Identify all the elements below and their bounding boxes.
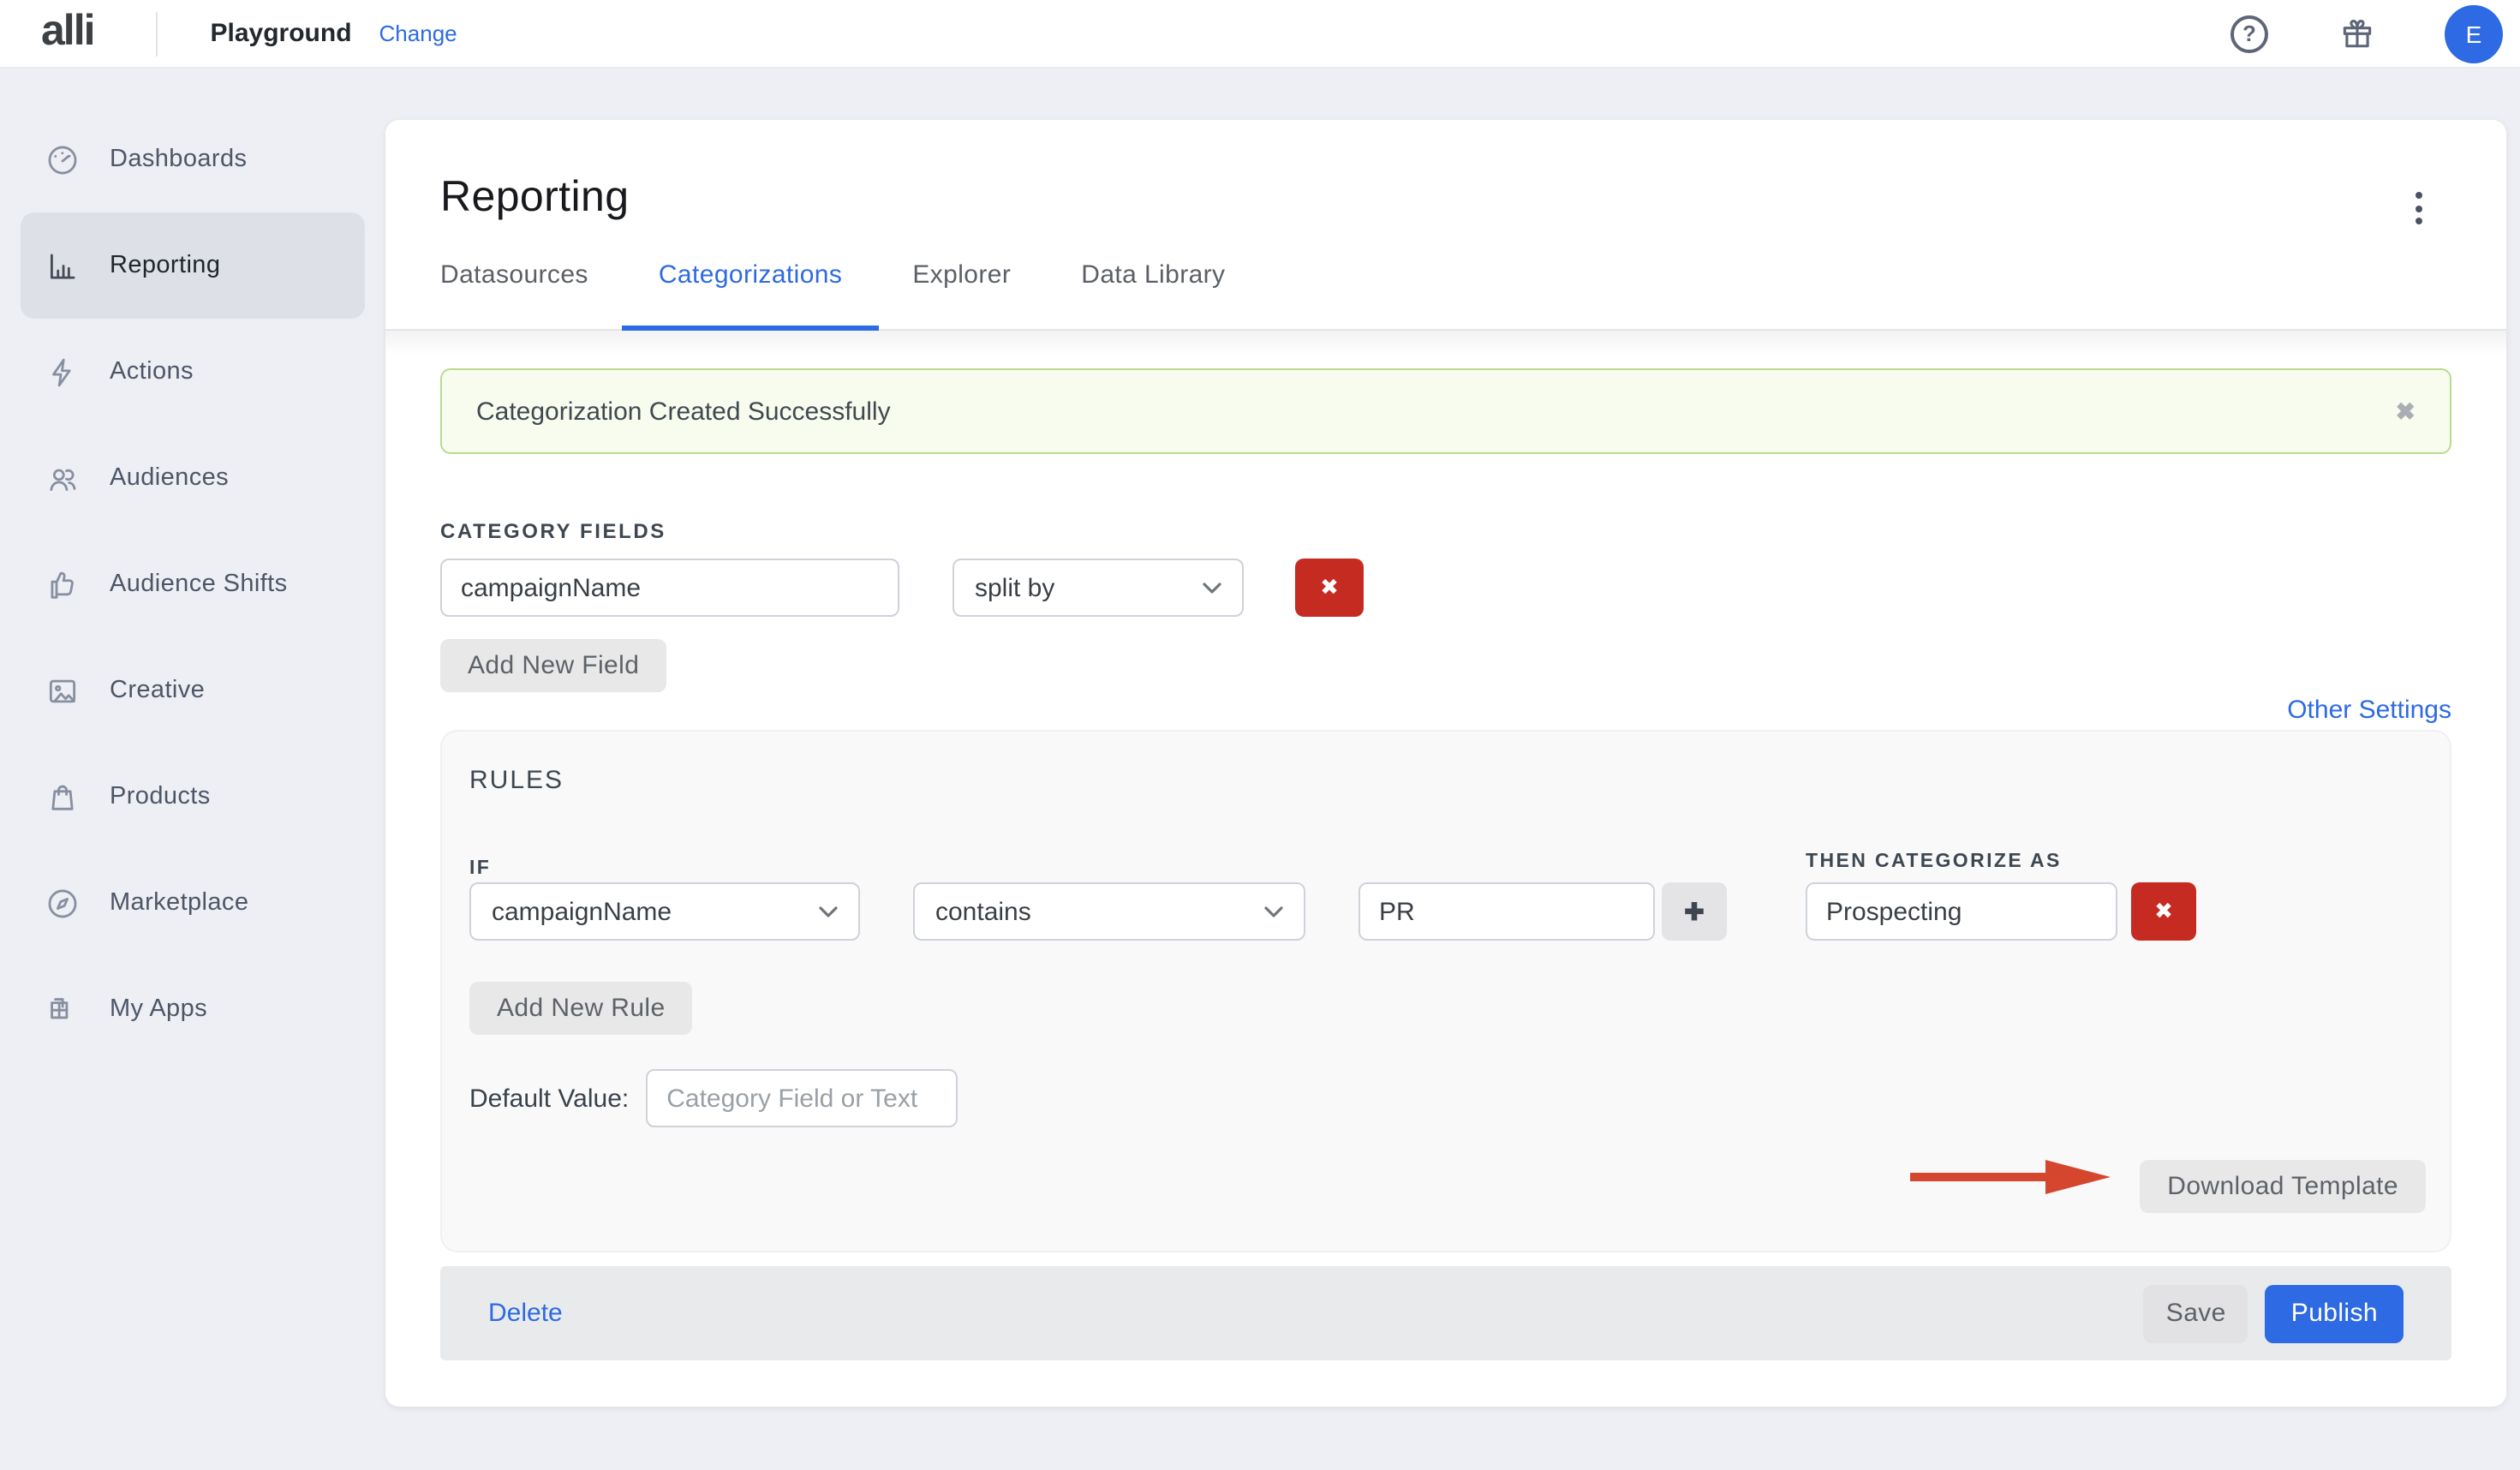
tab-datasources[interactable]: Datasources [440,260,588,329]
sidebar-item-creative[interactable]: Creative [21,637,365,744]
rule-field-select[interactable]: campaignName [469,882,860,941]
sidebar-item-actions[interactable]: Actions [21,319,365,425]
rule-row: campaignName contains ✚ ✖ [469,882,2422,941]
annotation-arrow [1910,1155,2111,1199]
help-icon[interactable]: ? [2230,15,2268,52]
sidebar-item-label: Audiences [110,464,229,492]
thumbs-up-icon [45,566,81,602]
rule-value-input[interactable] [1359,882,1655,941]
other-settings-link[interactable]: Other Settings [2287,695,2451,724]
if-label: IF [469,858,491,879]
people-icon [45,460,81,496]
rule-field-select-value: campaignName [492,897,672,926]
shopping-bag-icon [45,779,81,815]
add-new-field-button[interactable]: Add New Field [440,639,666,692]
split-by-select-value: split by [975,573,1054,602]
sidebar-item-label: Products [110,783,211,810]
add-new-rule-button[interactable]: Add New Rule [469,982,693,1035]
reporting-card: Reporting Datasources Categorizations Ex… [385,120,2506,1407]
sidebar-item-label: Creative [110,677,205,704]
delete-link[interactable]: Delete [488,1299,563,1328]
remove-icon: ✖ [2154,898,2173,925]
change-workspace-link[interactable]: Change [379,21,457,46]
download-template-button[interactable]: Download Template [2140,1160,2426,1213]
remove-rule-button[interactable]: ✖ [2131,882,2196,941]
default-value-label: Default Value: [469,1084,629,1113]
footer-bar: Delete Save Publish [440,1266,2451,1360]
alert-close-icon[interactable]: ✖ [2396,397,2415,426]
app-logo[interactable]: alli [41,9,94,57]
then-categorize-as-label: THEN CATEGORIZE AS [1806,852,2062,872]
tab-bar: Datasources Categorizations Explorer Dat… [440,260,2451,329]
grid-icon [45,991,81,1027]
sidebar-item-label: Actions [110,358,194,385]
category-fields-row: split by ✖ [440,559,2451,617]
other-settings-row: Other Settings [440,692,2451,726]
sidebar-item-marketplace[interactable]: Marketplace [21,850,365,956]
remove-field-button[interactable]: ✖ [1295,559,1364,617]
topbar-divider [156,11,158,56]
sidebar-item-label: Dashboards [110,146,247,173]
chevron-down-icon [1264,905,1283,917]
avatar[interactable]: E [2445,4,2503,63]
chevron-down-icon [1203,582,1221,594]
category-fields-label: CATEGORY FIELDS [440,519,2451,543]
add-condition-button[interactable]: ✚ [1662,882,1727,941]
category-field-input[interactable] [440,559,899,617]
card-header: Reporting Datasources Categorizations Ex… [385,120,2506,329]
success-alert: Categorization Created Successfully ✖ [440,368,2451,454]
sidebar-item-products[interactable]: Products [21,744,365,850]
gauge-icon [45,141,81,177]
tab-data-library[interactable]: Data Library [1081,260,1225,329]
sidebar-item-audiences[interactable]: Audiences [21,425,365,531]
tab-explorer[interactable]: Explorer [912,260,1011,329]
help-glyph: ? [2242,21,2256,46]
sidebar-item-label: Reporting [110,252,220,279]
alert-message: Categorization Created Successfully [476,397,891,426]
split-by-select[interactable]: split by [952,559,1244,617]
publish-button[interactable]: Publish [2266,1284,2404,1342]
image-icon [45,672,81,708]
topbar: alli Playground Change ? E [0,0,2520,69]
kebab-menu-icon[interactable] [2410,187,2427,230]
tab-categorizations[interactable]: Categorizations [659,260,842,329]
gift-icon[interactable] [2338,15,2376,52]
rule-operator-select-value: contains [935,897,1031,926]
categorize-as-input[interactable] [1806,882,2117,941]
sidebar-item-dashboards[interactable]: Dashboards [21,106,365,212]
chevron-down-icon [819,905,838,917]
default-value-input[interactable] [646,1069,958,1127]
plus-icon: ✚ [1684,897,1704,926]
page-title: Reporting [440,171,2451,223]
app-root: alli Playground Change ? E Dashboards [0,0,2520,1470]
card-content: Categorization Created Successfully ✖ CA… [385,368,2506,1407]
sidebar-item-label: Audience Shifts [110,571,288,598]
rule-labels-row: IF THEN CATEGORIZE AS [469,852,2422,875]
bar-chart-icon [45,248,81,284]
sidebar-item-reporting[interactable]: Reporting [21,212,365,319]
sidebar: Dashboards Reporting Actions Audiences A… [0,69,385,1470]
header-shadow [385,331,2506,355]
workspace-name: Playground [211,19,352,48]
compass-icon [45,885,81,921]
rule-operator-select[interactable]: contains [913,882,1305,941]
rules-label: RULES [469,766,2422,795]
save-button[interactable]: Save [2144,1284,2248,1342]
sidebar-item-my-apps[interactable]: My Apps [21,956,365,1062]
sidebar-item-label: My Apps [110,995,207,1023]
rules-panel: RULES IF THEN CATEGORIZE AS campaignName… [440,730,2451,1252]
remove-icon: ✖ [1320,574,1339,601]
sidebar-item-label: Marketplace [110,889,248,917]
sidebar-item-audience-shifts[interactable]: Audience Shifts [21,531,365,637]
default-value-row: Default Value: [469,1069,2422,1127]
lightning-icon [45,354,81,390]
